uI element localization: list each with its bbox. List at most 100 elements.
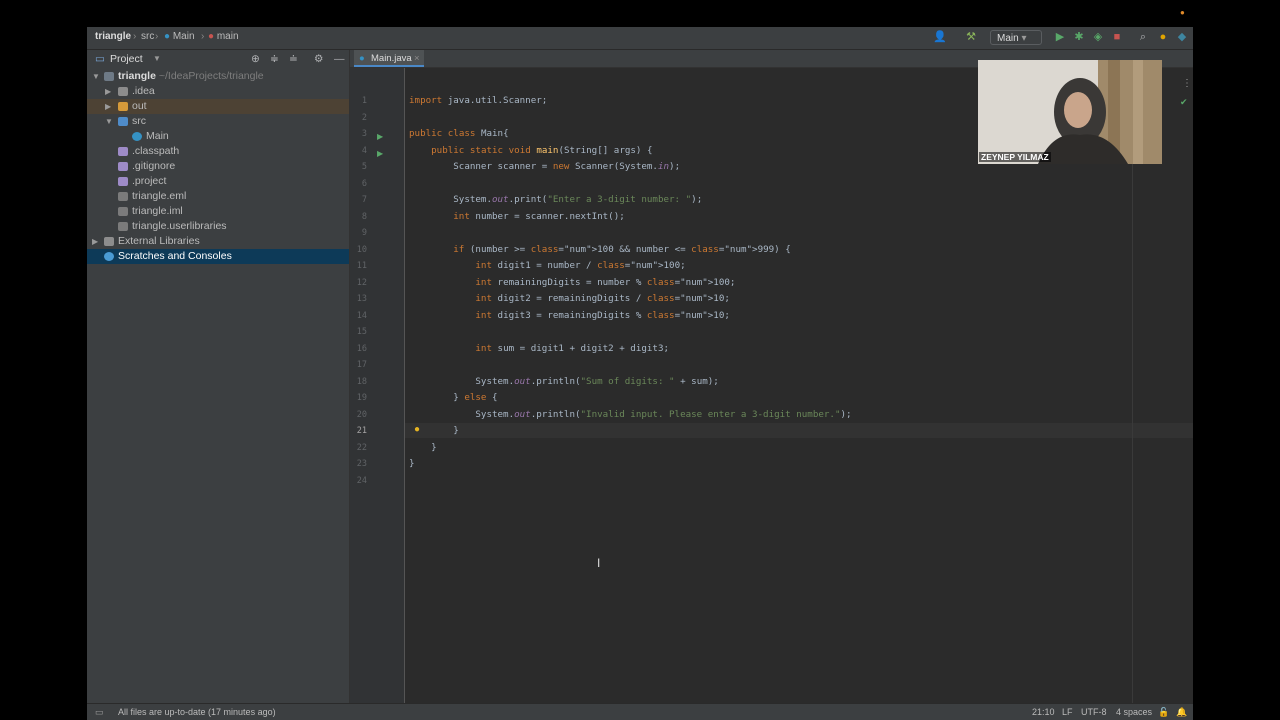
line-number: 15 — [356, 327, 367, 337]
gear-icon[interactable]: ⚙ — [314, 50, 323, 68]
code-line[interactable]: System.out.println("Sum of digits: " + s… — [409, 376, 718, 387]
code-line[interactable]: public static void main(String[] args) { — [409, 145, 652, 156]
line-number: 23 — [356, 459, 367, 469]
line-number: 6 — [361, 178, 367, 189]
class-icon: ● — [359, 53, 365, 64]
code-line[interactable]: } — [409, 442, 437, 453]
folder-icon — [118, 102, 128, 111]
build-hammer-icon[interactable]: ⚒ — [964, 30, 978, 44]
code-line[interactable]: System.out.println("Invalid input. Pleas… — [409, 409, 851, 420]
tree-item-triangle-eml[interactable]: triangle.eml — [87, 189, 349, 204]
line-number: 16 — [356, 343, 367, 354]
current-line-highlight — [405, 423, 1193, 438]
file-icon — [118, 192, 128, 201]
caret-position[interactable]: 21:10 — [1032, 704, 1055, 720]
code-line[interactable]: int remainingDigits = number % class="nu… — [409, 277, 735, 288]
plugin-icon[interactable]: ◆ — [1175, 30, 1189, 44]
line-separator[interactable]: LF — [1062, 704, 1073, 720]
tree-item-idea[interactable]: ▶ .idea — [87, 84, 349, 99]
project-panel-header: ▭ Project ▼ ⊕ ≑ ≐ ⚙ — — [87, 50, 349, 68]
module-icon — [104, 72, 114, 81]
navigation-bar: triangle › src › ● Main › ● main 👤 ⚒ Mai… — [87, 27, 1193, 50]
line-number: 4 — [361, 145, 367, 156]
class-icon: ● — [164, 31, 171, 42]
code-line[interactable]: } — [409, 458, 415, 469]
line-number: 5 — [361, 162, 367, 172]
project-title[interactable]: Project — [110, 50, 143, 68]
tree-item-gitignore[interactable]: .gitignore — [87, 159, 349, 174]
tree-item-external-libraries[interactable]: ▶ External Libraries — [87, 234, 349, 249]
line-number: 8 — [361, 211, 367, 222]
search-icon[interactable]: ⌕ — [1136, 30, 1150, 44]
code-line[interactable]: int number = scanner.nextInt(); — [409, 211, 625, 222]
source-folder-icon — [118, 117, 128, 126]
code-line[interactable]: Scanner scanner = new Scanner(System.in)… — [409, 161, 680, 172]
bell-icon[interactable]: 🔔 — [1176, 704, 1187, 720]
tree-item-out[interactable]: ▶ out — [87, 99, 349, 114]
checkmark-icon[interactable]: ✔ — [1180, 97, 1188, 108]
chevron-down-icon: ▾ — [1021, 33, 1027, 44]
chevron-right-icon: ▶ — [92, 237, 99, 246]
breadcrumb-separator: › — [155, 31, 159, 42]
code-line[interactable]: if (number >= class="num">100 && number … — [409, 244, 791, 255]
tree-item-userlibraries[interactable]: triangle.userlibraries — [87, 219, 349, 234]
tree-item-scratches[interactable]: Scratches and Consoles — [87, 249, 349, 264]
breadcrumb-folder[interactable]: src — [141, 31, 154, 42]
tree-item-main[interactable]: Main — [87, 129, 349, 144]
code-line[interactable]: import java.util.Scanner; — [409, 95, 547, 106]
file-icon — [118, 177, 128, 186]
chevron-right-icon: ▶ — [105, 87, 112, 96]
method-icon: ● — [208, 31, 215, 42]
code-line[interactable]: int digit1 = number / class="num">100; — [409, 260, 685, 271]
close-icon[interactable]: × — [414, 50, 420, 67]
line-number: 21 — [356, 426, 367, 436]
user-icon[interactable]: 👤 — [933, 30, 947, 44]
tab-main-java[interactable]: ● Main.java × — [354, 50, 424, 67]
debug-icon[interactable]: ✱ — [1072, 30, 1086, 44]
project-panel: ▭ Project ▼ ⊕ ≑ ≐ ⚙ — ▼ triangle ~/IdeaP… — [87, 50, 350, 720]
coverage-icon[interactable]: ◈ — [1091, 30, 1105, 44]
line-number: 24 — [356, 475, 367, 486]
more-icon[interactable]: ⋮ — [1182, 78, 1192, 89]
run-icon[interactable]: ▶ — [1053, 30, 1067, 44]
tree-item-triangle-iml[interactable]: triangle.iml — [87, 204, 349, 219]
code-line[interactable]: int digit2 = remainingDigits / class="nu… — [409, 293, 730, 304]
right-margin-guide — [1132, 68, 1133, 720]
line-number: 13 — [356, 294, 367, 304]
tree-item-project[interactable]: .project — [87, 174, 349, 189]
run-config-dropdown[interactable]: Main ▾ — [990, 30, 1042, 45]
line-number: 1 — [361, 96, 367, 106]
code-line[interactable]: int digit3 = remainingDigits % class="nu… — [409, 310, 730, 321]
file-icon — [118, 222, 128, 231]
chevron-down-icon[interactable]: ▼ — [153, 50, 161, 68]
locate-icon[interactable]: ⊕ — [251, 50, 260, 68]
project-view-icon: ▭ — [95, 53, 105, 65]
scratches-icon — [104, 252, 114, 261]
breadcrumb-project[interactable]: triangle — [95, 31, 131, 42]
indent-setting[interactable]: 4 spaces — [1116, 704, 1152, 720]
breadcrumb-method[interactable]: ● main — [208, 31, 239, 42]
code-line[interactable]: System.out.print("Enter a 3-digit number… — [409, 194, 702, 205]
lock-icon[interactable]: 🔓 — [1158, 704, 1169, 720]
code-line[interactable]: public class Main{ — [409, 128, 509, 139]
code-line[interactable]: int sum = digit1 + digit2 + digit3; — [409, 343, 669, 354]
status-message[interactable]: All files are up-to-date (17 minutes ago… — [118, 704, 276, 720]
tree-item-src[interactable]: ▼ src — [87, 114, 349, 129]
recording-indicator-icon: ● — [1180, 8, 1185, 17]
expand-all-icon[interactable]: ≑ — [270, 50, 279, 68]
run-icon[interactable]: ▶ — [377, 149, 383, 158]
code-line[interactable]: } — [409, 425, 459, 436]
update-icon[interactable]: ● — [1156, 30, 1170, 44]
line-number: 12 — [356, 277, 367, 288]
collapse-all-icon[interactable]: ≐ — [289, 50, 298, 68]
code-line[interactable]: } else { — [409, 392, 497, 403]
run-icon[interactable]: ▶ — [377, 132, 383, 141]
tree-item-classpath[interactable]: .classpath — [87, 144, 349, 159]
breadcrumb-class[interactable]: ● Main — [164, 31, 195, 42]
stop-icon[interactable]: ■ — [1110, 30, 1124, 44]
hide-icon[interactable]: — — [334, 50, 345, 68]
tree-item-triangle[interactable]: ▼ triangle ~/IdeaProjects/triangle — [87, 69, 349, 84]
file-encoding[interactable]: UTF-8 — [1081, 704, 1107, 720]
panel-toggle-icon[interactable]: ▭ — [95, 704, 104, 720]
chevron-down-icon: ▼ — [92, 72, 100, 81]
